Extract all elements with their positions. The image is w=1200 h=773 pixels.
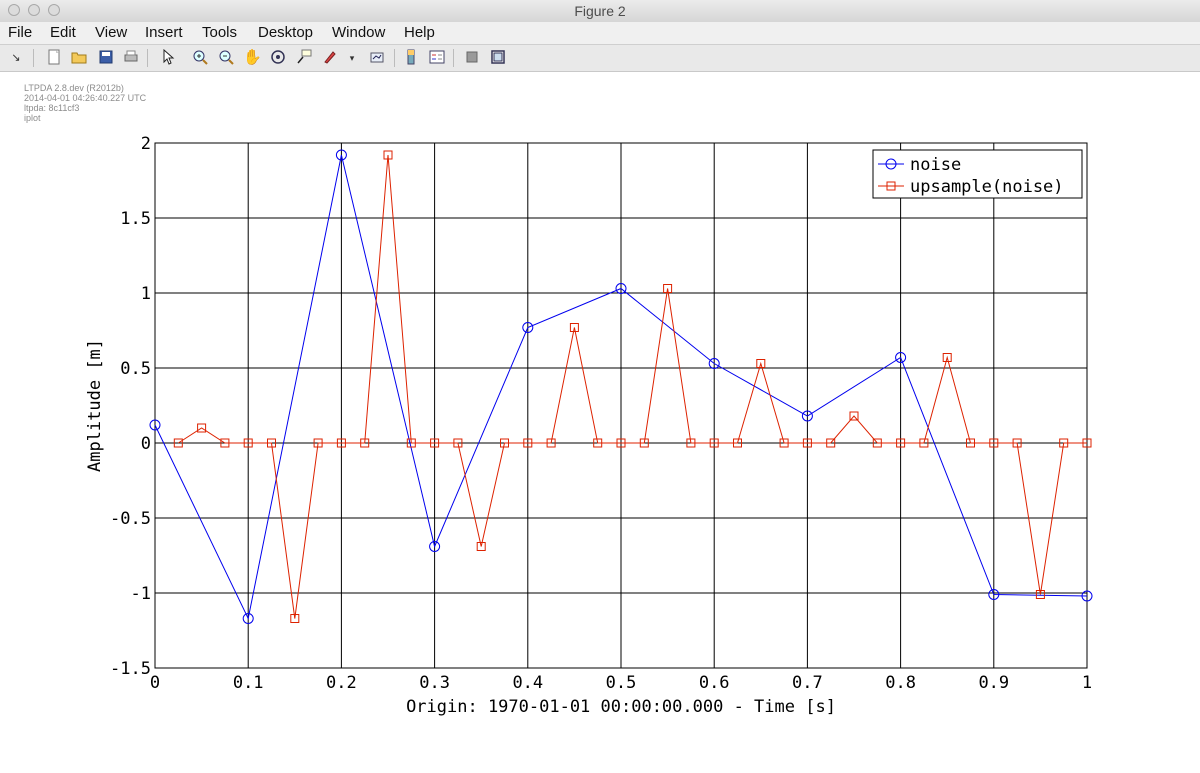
series-line	[178, 154, 1087, 619]
plot-canvas: 0 0.1 0.2 0.3 0.4 0.5 0.6 0.7 0.8 0.9 1 2 1.5 1 0.5 0 -0…	[85, 134, 1093, 717]
x-axis-label: Origin: 1970-01-01 00:00:00.000 - Time […	[406, 697, 836, 717]
x-tick-label: 0.7	[792, 673, 823, 693]
y-tick-label: 1.5	[120, 209, 151, 229]
legend-label: noise	[910, 155, 961, 175]
x-tick-label: 0	[150, 673, 160, 693]
x-tick-label: 0.5	[606, 673, 637, 693]
x-tick-label: 0.1	[233, 673, 264, 693]
legend-label: upsample(noise)	[910, 177, 1064, 197]
x-tick-label: 0.4	[512, 673, 543, 693]
y-axis-label: Amplitude [m]	[85, 339, 105, 472]
x-tick-label: 0.9	[978, 673, 1009, 693]
y-tick-label: 2	[141, 134, 151, 154]
y-tick-label: -1.5	[110, 659, 151, 679]
x-tick-label: 0.3	[419, 673, 450, 693]
y-tick-label: -1	[131, 584, 151, 604]
series-upsample-noise	[173, 150, 1092, 623]
y-tick-label: 0.5	[120, 359, 151, 379]
legend[interactable]: noiseupsample(noise)	[872, 149, 1083, 199]
x-tick-label: 0.2	[326, 673, 357, 693]
y-tick-label: 1	[141, 284, 151, 304]
y-tick-label: -0.5	[110, 509, 151, 529]
y-tick-label: 0	[141, 434, 151, 454]
grid	[154, 142, 1088, 669]
x-tick-label: 0.8	[885, 673, 916, 693]
x-tick-label: 0.6	[699, 673, 730, 693]
x-tick-label: 1	[1082, 673, 1092, 693]
